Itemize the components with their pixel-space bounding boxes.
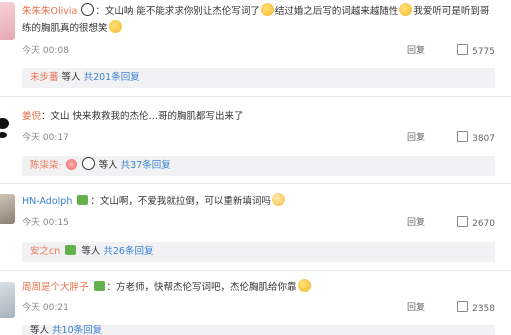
comment-time: 今天 00:21 (22, 303, 69, 313)
comment-item: 姜倪：文山 快来救救我的杰伦…哥的胸肌都写出来了 今天 00:17 回复 380… (0, 100, 511, 178)
sub-reply-count[interactable]: 共10条回复 (52, 325, 102, 335)
comment-meta: 今天 00:15 回复 2670 (22, 216, 495, 230)
comment-time: 今天 00:17 (22, 133, 69, 143)
sub-reply-count[interactable]: 共26条回复 (103, 246, 153, 257)
comment-time: 今天 00:08 (22, 46, 69, 56)
divider (0, 96, 511, 97)
comment-username[interactable]: 姜倪 (22, 111, 41, 122)
laugh-emoji-icon (108, 20, 122, 33)
comment-meta: 今天 00:17 回复 3807 (22, 131, 495, 145)
comment-time: 今天 00:15 (22, 218, 69, 228)
like-count: 5775 (472, 47, 495, 57)
comment-username[interactable]: 朱朱朱Olivia (22, 6, 77, 17)
sub-reply-text: 等人 (98, 160, 118, 171)
sub-replies-bar[interactable]: 陈柒柒· 等人 共37条回复 (22, 156, 495, 176)
reply-button[interactable]: 回复 (407, 131, 425, 145)
comment-text: 姜倪：文山 快来救救我的杰伦…哥的胸肌都写出来了 (22, 108, 495, 125)
laugh-emoji-icon (399, 3, 413, 16)
comment-body: ：文山啊，不爱我就拉倒，可以重新填词吗 (90, 196, 271, 207)
thumbs-up-icon (457, 44, 469, 55)
comment-username[interactable]: 周周是个大胖子 (22, 282, 89, 293)
like-button[interactable]: 2670 (457, 216, 495, 231)
like-count: 2670 (472, 219, 495, 229)
avatar[interactable] (0, 194, 15, 224)
sub-replies-bar[interactable]: 等人 共10条回复 (22, 325, 495, 335)
like-count: 2358 (472, 304, 495, 314)
laugh-emoji-icon (260, 3, 274, 16)
heart-emoji-icon (65, 159, 77, 170)
laugh-emoji-icon (297, 279, 311, 292)
reply-button[interactable]: 回复 (407, 301, 425, 315)
thumbs-up-icon (457, 216, 469, 227)
reply-button[interactable]: 回复 (407, 216, 425, 230)
emoji-icon (271, 193, 285, 206)
sub-reply-count[interactable]: 共201条回复 (84, 72, 140, 83)
thumbs-up-icon (457, 131, 469, 142)
sub-reply-text: 等人 (81, 246, 101, 257)
like-count: 3807 (472, 134, 495, 144)
divider (0, 270, 511, 271)
comment-text: 朱朱朱Olivia ：文山呐 能不能求求你别让杰伦写词了 结过婚之后写的词越来越随… (22, 3, 495, 37)
like-button[interactable]: 5775 (457, 44, 495, 59)
sub-reply-text: 等人 (30, 325, 50, 335)
sub-replies-bar[interactable]: 未步蕃 等人 共201条回复 (22, 68, 495, 88)
comment-username[interactable]: HN-Adolph (22, 196, 72, 207)
avatar[interactable] (0, 282, 15, 318)
panda-emoji-icon (81, 157, 95, 170)
comment-text: HN-Adolph ：文山啊，不爱我就拉倒，可以重新填词吗 (22, 193, 495, 210)
comment-meta: 今天 00:21 回复 2358 (22, 301, 495, 315)
sub-reply-count[interactable]: 共37条回复 (121, 160, 171, 171)
avatar[interactable] (0, 2, 15, 40)
sub-replies-bar[interactable]: 安之cn 等人 共26条回复 (22, 242, 495, 262)
reply-button[interactable]: 回复 (407, 44, 425, 58)
comment-item: 朱朱朱Olivia ：文山呐 能不能求求你别让杰伦写词了 结过婚之后写的词越来越随… (0, 0, 511, 92)
comment-body: 结过婚之后写的词越来越随性 (274, 6, 399, 17)
comment-body: ：文山呐 能不能求求你别让杰伦写词了 (95, 6, 260, 17)
like-button[interactable]: 3807 (457, 131, 495, 146)
thumbs-up-icon (457, 301, 469, 312)
panda-emoji-icon (81, 3, 95, 16)
sub-reply-user[interactable]: 安之cn (30, 246, 60, 257)
member-badge-icon (65, 245, 77, 255)
comment-body: ：方老师，快帮杰伦写词吧，杰伦胸肌给你靠 (106, 282, 297, 293)
avatar[interactable] (0, 110, 15, 140)
like-button[interactable]: 2358 (457, 301, 495, 316)
comment-text: 周周是个大胖子 ：方老师，快帮杰伦写词吧，杰伦胸肌给你靠 (22, 279, 495, 296)
sub-reply-user[interactable]: 未步蕃 (30, 72, 59, 83)
divider (0, 183, 511, 184)
sub-reply-text: 等人 (61, 72, 81, 83)
comment-meta: 今天 00:08 回复 5775 (22, 44, 495, 58)
comment-item: HN-Adolph ：文山啊，不爱我就拉倒，可以重新填词吗 今天 00:15 回… (0, 188, 511, 266)
sub-reply-user[interactable]: 陈柒柒· (30, 160, 62, 171)
comment-body: ：文山 快来救救我的杰伦…哥的胸肌都写出来了 (41, 111, 244, 122)
member-badge-icon (77, 195, 89, 205)
member-badge-icon (93, 281, 105, 291)
comment-item: 周周是个大胖子 ：方老师，快帮杰伦写词吧，杰伦胸肌给你靠 今天 00:21 回复… (0, 274, 511, 335)
